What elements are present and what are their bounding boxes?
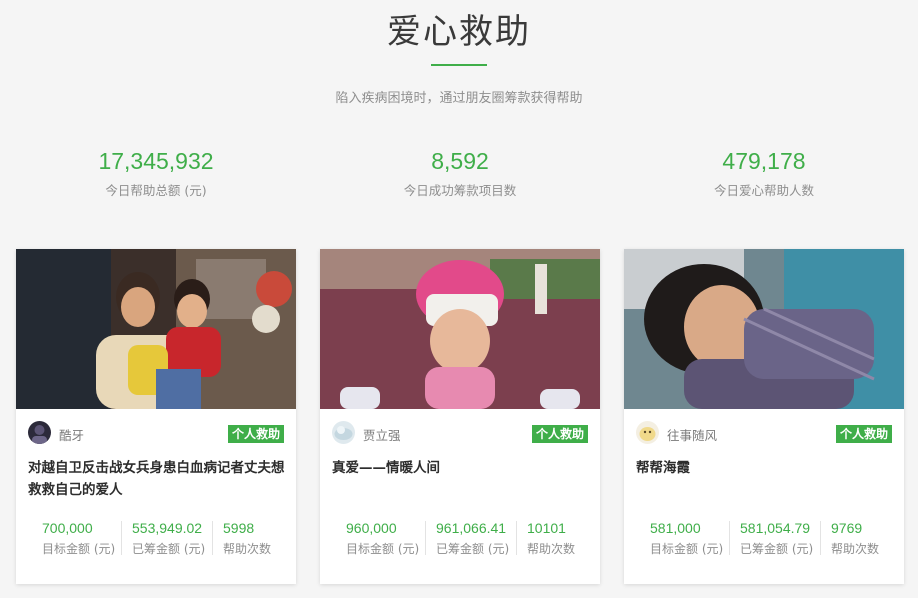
metric-target: 700,000 目标金额 (元) bbox=[42, 519, 115, 559]
metric-raised: 553,949.02 已筹金额 (元) bbox=[132, 519, 205, 559]
stat-label: 今日爱心帮助人数 bbox=[713, 183, 814, 198]
metric-value: 5998 bbox=[223, 520, 255, 536]
metric-value: 553,949.02 bbox=[132, 520, 203, 536]
metric-divider bbox=[121, 521, 122, 555]
metric-divider bbox=[212, 521, 213, 555]
metric-divider bbox=[820, 521, 821, 555]
metric-help-count: 9769 帮助次数 bbox=[831, 519, 879, 559]
metric-help-count: 10101 帮助次数 bbox=[527, 519, 575, 559]
stat-label: 今日成功筹款项目数 bbox=[403, 183, 517, 198]
metric-label: 已筹金额 (元) bbox=[436, 542, 510, 556]
title-underline bbox=[431, 64, 487, 66]
author-avatar[interactable] bbox=[28, 421, 51, 444]
category-badge: 个人救助 bbox=[531, 425, 588, 443]
metric-divider bbox=[516, 521, 517, 555]
project-metrics: 581,000 目标金额 (元) 581,054.79 已筹金额 (元) 976… bbox=[624, 519, 904, 559]
metric-label: 帮助次数 bbox=[831, 542, 880, 556]
metric-label: 目标金额 (元) bbox=[346, 542, 420, 556]
author-name[interactable]: 酷牙 bbox=[59, 425, 84, 444]
project-card[interactable]: 往事随风 个人救助 帮帮海霞 581,000 目标金额 (元) 581,054.… bbox=[624, 249, 904, 584]
page-subtitle: 陷入疾病困境时，通过朋友圈筹款获得帮助 bbox=[335, 91, 583, 106]
author-avatar[interactable] bbox=[332, 421, 355, 444]
author-name[interactable]: 往事随风 bbox=[667, 425, 717, 444]
metric-divider bbox=[729, 521, 730, 555]
metric-label: 帮助次数 bbox=[527, 542, 576, 556]
metric-raised: 961,066.41 已筹金额 (元) bbox=[436, 519, 509, 559]
stat-value: 479,178 bbox=[722, 148, 806, 174]
metric-label: 目标金额 (元) bbox=[650, 542, 724, 556]
metric-value: 581,000 bbox=[650, 520, 701, 536]
metric-label: 帮助次数 bbox=[223, 542, 272, 556]
metric-value: 961,066.41 bbox=[436, 520, 507, 536]
project-card[interactable]: 贾立强 个人救助 真爱——情暖人间 960,000 目标金额 (元) 961,0… bbox=[320, 249, 600, 584]
project-title[interactable]: 对越自卫反击战女兵身患白血病记者丈夫想救救自己的爱人 bbox=[28, 457, 286, 501]
metric-label: 目标金额 (元) bbox=[42, 542, 116, 556]
author-name[interactable]: 贾立强 bbox=[363, 425, 401, 444]
metric-divider bbox=[425, 521, 426, 555]
stat-value: 8,592 bbox=[431, 148, 489, 174]
project-photo[interactable] bbox=[16, 249, 296, 409]
stat-total-amount: 17,345,932 今日帮助总额 (元) bbox=[6, 146, 306, 199]
stat-helper-count: 479,178 今日爱心帮助人数 bbox=[614, 146, 914, 199]
category-badge: 个人救助 bbox=[227, 425, 284, 443]
author-avatar[interactable] bbox=[636, 421, 659, 444]
metric-value: 960,000 bbox=[346, 520, 397, 536]
metric-help-count: 5998 帮助次数 bbox=[223, 519, 271, 559]
project-photo[interactable] bbox=[624, 249, 904, 409]
project-metrics: 700,000 目标金额 (元) 553,949.02 已筹金额 (元) 599… bbox=[16, 519, 296, 559]
page-title: 爱心救助 bbox=[387, 12, 531, 52]
stat-value: 17,345,932 bbox=[98, 148, 214, 174]
metric-label: 已筹金额 (元) bbox=[132, 542, 206, 556]
stat-label: 今日帮助总额 (元) bbox=[105, 183, 207, 198]
metric-value: 581,054.79 bbox=[740, 520, 811, 536]
category-badge: 个人救助 bbox=[835, 425, 892, 443]
project-title[interactable]: 真爱——情暖人间 bbox=[332, 457, 590, 479]
metric-target: 581,000 目标金额 (元) bbox=[650, 519, 723, 559]
metric-target: 960,000 目标金额 (元) bbox=[346, 519, 419, 559]
project-photo[interactable] bbox=[320, 249, 600, 409]
metric-value: 700,000 bbox=[42, 520, 93, 536]
project-metrics: 960,000 目标金额 (元) 961,066.41 已筹金额 (元) 101… bbox=[320, 519, 600, 559]
metric-raised: 581,054.79 已筹金额 (元) bbox=[740, 519, 813, 559]
metric-label: 已筹金额 (元) bbox=[740, 542, 814, 556]
project-title[interactable]: 帮帮海霞 bbox=[636, 457, 894, 479]
project-card[interactable]: 酷牙 个人救助 对越自卫反击战女兵身患白血病记者丈夫想救救自己的爱人 700,0… bbox=[16, 249, 296, 584]
metric-value: 9769 bbox=[831, 520, 863, 536]
stat-project-count: 8,592 今日成功筹款项目数 bbox=[310, 146, 610, 199]
metric-value: 10101 bbox=[527, 520, 566, 536]
